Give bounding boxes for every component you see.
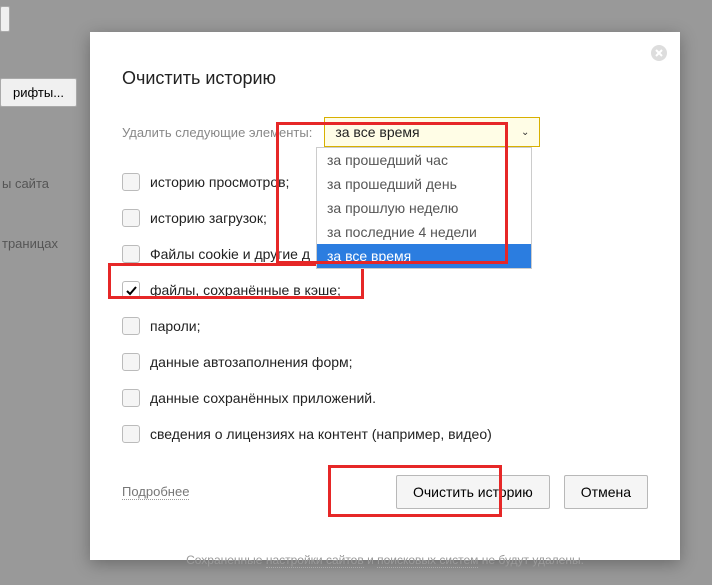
checkbox-icon[interactable] — [122, 209, 140, 227]
check-label: данные сохранённых приложений. — [150, 390, 376, 406]
clear-history-button[interactable]: Очистить историю — [396, 475, 550, 509]
time-range-dropdown: за прошедший час за прошедший день за пр… — [316, 147, 532, 269]
checkbox-icon[interactable] — [122, 317, 140, 335]
details-link[interactable]: Подробнее — [122, 484, 189, 500]
time-range-select[interactable]: за все время ⌄ — [324, 117, 540, 147]
dialog-title: Очистить историю — [122, 68, 648, 89]
bg-stub-button — [0, 6, 10, 32]
check-label: файлы, сохранённые в кэше; — [150, 282, 341, 298]
check-row-autofill[interactable]: данные автозаполнения форм; — [122, 351, 648, 373]
bg-site-text: ы сайта — [0, 168, 51, 199]
chevron-down-icon: ⌄ — [521, 127, 529, 138]
check-label: историю загрузок; — [150, 210, 267, 226]
footer-link-search[interactable]: поисковых систем — [377, 553, 478, 568]
cancel-button[interactable]: Отмена — [564, 475, 648, 509]
check-label: сведения о лицензиях на контент (наприме… — [150, 426, 492, 442]
footer-link-sites[interactable]: настройки сайтов — [266, 553, 364, 568]
dropdown-option[interactable]: за прошедший час — [317, 148, 531, 172]
checkbox-icon[interactable] — [122, 173, 140, 191]
checkbox-icon[interactable] — [122, 353, 140, 371]
check-row-cache[interactable]: файлы, сохранённые в кэше; — [122, 279, 648, 301]
check-row-licenses[interactable]: сведения о лицензиях на контент (наприме… — [122, 423, 648, 445]
checkbox-icon[interactable] — [122, 425, 140, 443]
dropdown-option[interactable]: за прошлую неделю — [317, 196, 531, 220]
check-row-apps[interactable]: данные сохранённых приложений. — [122, 387, 648, 409]
dropdown-option-selected[interactable]: за все время — [317, 244, 531, 268]
dropdown-option[interactable]: за последние 4 недели — [317, 220, 531, 244]
check-label: Файлы cookie и другие д — [150, 246, 310, 262]
time-range-selected: за все время — [335, 124, 419, 140]
check-row-passwords[interactable]: пароли; — [122, 315, 648, 337]
checkbox-icon[interactable] — [122, 281, 140, 299]
delete-elements-label: Удалить следующие элементы: — [122, 125, 312, 140]
clear-history-dialog: Очистить историю Удалить следующие элеме… — [90, 32, 680, 560]
check-label: данные автозаполнения форм; — [150, 354, 353, 370]
check-label: пароли; — [150, 318, 201, 334]
checkbox-icon[interactable] — [122, 389, 140, 407]
check-label: историю просмотров; — [150, 174, 289, 190]
footer-note: Сохраненные настройки сайтов и поисковых… — [122, 531, 648, 585]
fonts-button[interactable]: рифты... — [0, 78, 77, 107]
bg-pages-text: траницах — [0, 228, 60, 259]
checkbox-icon[interactable] — [122, 245, 140, 263]
dropdown-option[interactable]: за прошедший день — [317, 172, 531, 196]
close-icon[interactable] — [650, 44, 668, 62]
